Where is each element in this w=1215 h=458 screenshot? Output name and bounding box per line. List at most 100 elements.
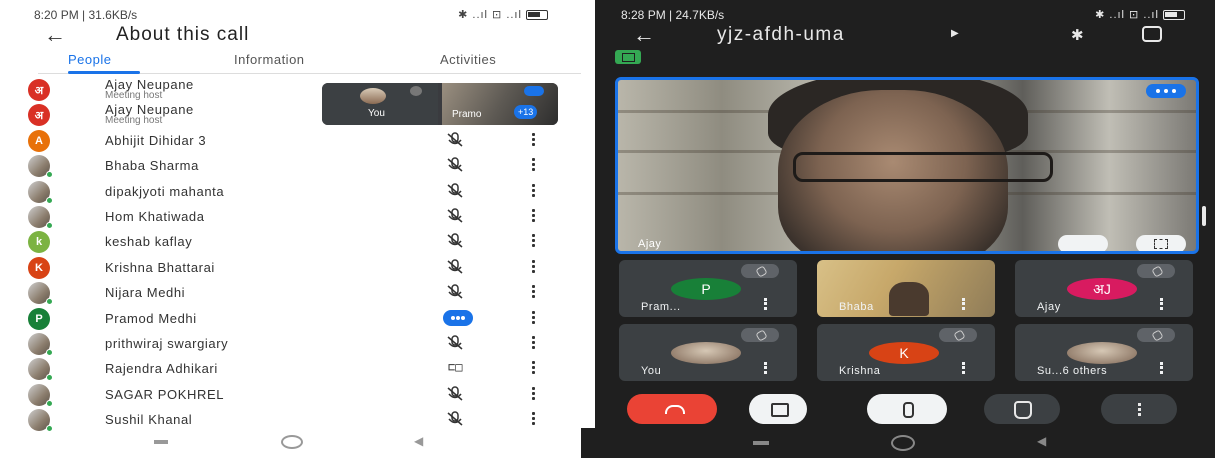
home-icon[interactable] [891,435,915,451]
presentation-badge-icon[interactable] [615,50,641,64]
participant-row[interactable]: SAGAR POKHREL [26,382,586,407]
more-vert-icon[interactable] [532,183,536,199]
online-dot-icon [46,196,53,204]
online-dot-icon [46,348,53,356]
pin-icon[interactable] [1058,235,1108,251]
raise-hand-button[interactable] [984,394,1060,424]
battery-icon [526,10,548,21]
more-vert-icon[interactable] [532,259,536,275]
more-vert-icon[interactable] [532,208,536,224]
mic-off-icon [1137,328,1175,342]
end-call-button[interactable] [627,394,717,424]
home-icon[interactable] [281,435,303,449]
participant-row[interactable]: Hom Khatiwada [26,204,586,229]
more-vert-icon[interactable] [532,361,536,376]
main-video-tile[interactable]: Ajay [615,77,1199,254]
participant-tile[interactable]: Bhaba [817,260,995,317]
recents-icon[interactable] [154,440,168,444]
left-margin [581,0,595,428]
bluetooth-icon[interactable]: ✱ [1071,26,1084,44]
avatar [28,205,53,229]
mic-off-icon [741,264,779,278]
mic-off-button[interactable] [867,394,947,424]
camera-off-button[interactable] [749,394,807,424]
more-vert-icon[interactable] [532,310,536,326]
participant-name: prithwiraj swargiary [105,335,229,351]
self-photo [360,88,386,104]
participant-name: Krishna Bhattarai [105,259,215,275]
back-triangle-icon[interactable]: ◀ [1037,434,1046,448]
mic-off-icon [447,182,463,198]
mic-off-icon [447,284,463,299]
participant-tile[interactable]: You [619,324,797,381]
participant-row[interactable]: k keshab kaflay [26,229,586,254]
participant-row[interactable]: Sushil Khanal [26,407,586,433]
tab-people[interactable]: People [68,52,111,67]
status-time: 8:28 PM | 24.7KB/s [621,8,725,22]
participant-row[interactable]: Bhaba Sharma [26,153,586,179]
pip-self-label: You [368,108,385,119]
back-arrow-icon[interactable]: ← [44,22,66,48]
more-vert-icon[interactable] [532,285,536,300]
speaking-icon [524,86,544,96]
mic-off-icon [447,385,463,401]
meeting-code[interactable]: yjz-afdh-uma [717,24,845,46]
more-vert-icon[interactable] [532,234,536,249]
participant-list: अ Ajay Neupane Meeting host अ Ajay Neupane Me… [26,77,586,433]
online-dot-icon [46,171,53,179]
avatar: अ [28,79,50,101]
tab-information[interactable]: Information [234,52,305,67]
more-vert-icon[interactable] [764,297,767,312]
tile-label: You [641,365,662,377]
status-icons: ✱ ..ıl ⊡ ..ıl [1095,8,1185,21]
participant-name: Abhijit Dihidar 3 [105,132,207,148]
participant-row[interactable]: A Abhijit Dihidar 3 [26,128,586,153]
avatar [28,332,53,356]
recents-icon[interactable] [753,441,769,445]
mic-off-icon [447,208,463,223]
avatar: अ [28,104,50,127]
back-arrow-icon[interactable]: ← [633,22,655,48]
more-vert-icon[interactable] [764,361,767,376]
more-vert-icon[interactable] [1160,361,1163,376]
more-options-button[interactable] [1101,394,1177,424]
more-vert-icon[interactable] [532,386,536,402]
participant-tile[interactable]: K Krishna [817,324,995,381]
more-vert-icon[interactable] [532,132,536,148]
caret-right-icon[interactable]: ▶ [951,28,959,39]
fullscreen-icon[interactable] [1136,235,1186,251]
more-vert-icon[interactable] [532,412,536,427]
pip-count-badge: +13 [514,105,538,119]
mic-off-icon [447,132,463,147]
participant-row[interactable]: prithwiraj swargiary [26,331,586,356]
more-vert-icon[interactable] [962,361,965,376]
online-dot-icon [46,399,53,407]
more-vert-icon[interactable] [1160,297,1163,312]
participant-name: Pramod Medhi [105,310,197,326]
tab-activities[interactable]: Activities [440,52,496,67]
participant-tile[interactable]: P Pram... [619,260,797,317]
tile-avatar: K [869,342,939,364]
more-vert-icon[interactable] [962,297,965,312]
participant-row[interactable]: dipakjyoti mahanta [26,179,586,204]
participant-name: Rajendra Adhikari [105,361,218,377]
main-tile-label: Ajay [638,238,662,250]
participant-row[interactable]: Nijara Medhi [26,280,586,306]
avatar: P [28,307,50,330]
switch-camera-icon[interactable] [1142,26,1162,42]
picture-in-picture[interactable]: You Pramo +13 [322,83,558,125]
presenting-icon: ⊏□ [448,360,463,375]
battery-icon [1163,10,1185,21]
participant-row[interactable]: K Krishna Bhattarai [26,255,586,280]
more-vert-icon[interactable] [532,335,536,351]
participant-tile[interactable]: Su...6 others [1015,324,1193,381]
scrollbar[interactable] [1202,206,1206,226]
back-triangle-icon[interactable]: ◀ [414,434,423,448]
participant-row[interactable]: P Pramod Medhi [26,306,586,331]
avatar [28,409,53,433]
avatar [28,358,53,382]
status-time: 8:20 PM | 31.6KB/s [34,8,138,22]
participant-row[interactable]: Rajendra Adhikari ⊏□ [26,356,586,382]
participant-tile[interactable]: अJ Ajay [1015,260,1193,317]
more-vert-icon[interactable] [532,158,536,173]
